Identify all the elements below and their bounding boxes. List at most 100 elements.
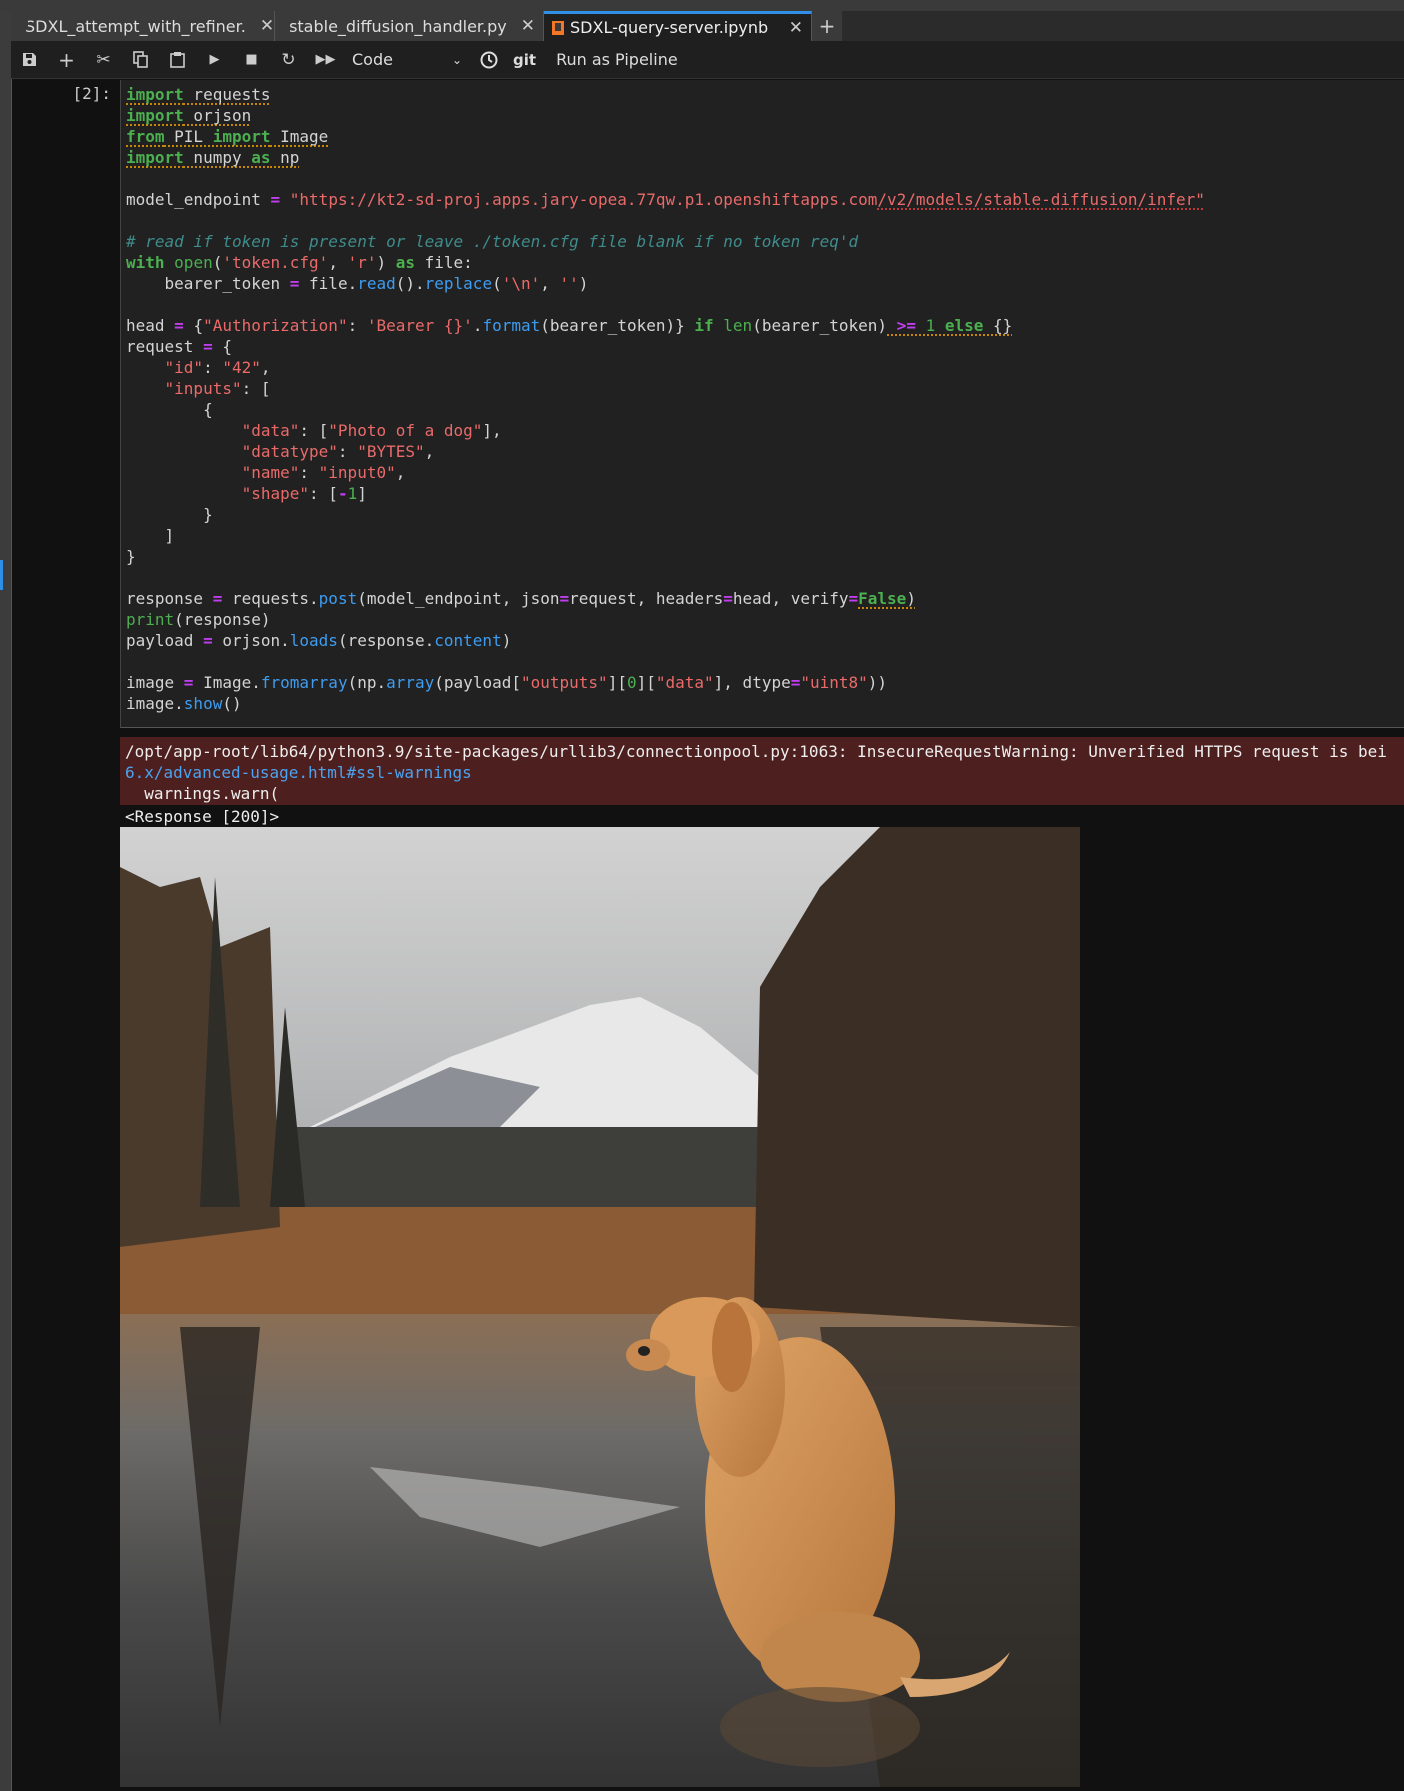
code-token: response [126, 589, 213, 608]
code-token: )) [867, 673, 888, 692]
code-token: file. [299, 274, 358, 293]
copy-button[interactable] [122, 41, 159, 78]
code-line: "data": ["Photo of a dog"], [126, 420, 1404, 441]
tab-label: SDXL_attempt_with_refiner. [25, 16, 246, 36]
cell-type-dropdown[interactable]: Code ⌄ [344, 50, 470, 69]
code-token: post [318, 589, 358, 608]
code-token: : [ [299, 421, 329, 440]
warning-link[interactable]: 6.x/advanced-usage.html#ssl-warnings [125, 762, 1404, 783]
code-token: np [270, 148, 300, 167]
code-cell-editor[interactable]: import requests import orjson from PIL imp… [120, 80, 1404, 728]
history-button[interactable] [470, 41, 507, 78]
code-token: replace [424, 274, 493, 293]
code-token: as [251, 148, 271, 167]
restart-kernel-button[interactable]: ↻ [270, 41, 307, 78]
clock-icon [480, 51, 497, 68]
code-line: response = requests.post(model_endpoint,… [126, 588, 1404, 609]
code-token: requests [183, 85, 271, 104]
save-button[interactable] [11, 41, 48, 78]
code-line: head = {"Authorization": 'Bearer {}'.for… [126, 315, 1404, 336]
code-line: "name": "input0", [126, 462, 1404, 483]
code-token: "https://kt2-sd-proj.apps.jary-opea.77qw… [289, 190, 878, 209]
left-sidebar-strip[interactable] [0, 11, 12, 1791]
code-token: Image. [193, 673, 261, 692]
code-token: () [222, 694, 242, 713]
code-token: payload [126, 631, 204, 650]
code-token: . [472, 316, 483, 335]
code-token: '\n' [501, 274, 541, 293]
code-line: with open('token.cfg', 'r') as file: [126, 252, 1404, 273]
notebook-icon [552, 20, 564, 35]
tab-sdxl-query-server[interactable]: SDXL-query-server.ipynb ✕ [544, 11, 812, 41]
code-token: - [337, 484, 348, 503]
code-token: requests. [222, 589, 319, 608]
fast-forward-icon: ▶▶ [315, 52, 336, 67]
close-icon[interactable]: ✕ [252, 16, 274, 36]
tab-label: stable_diffusion_handler.py [289, 16, 507, 36]
code-line: } [126, 546, 1404, 567]
code-token: orjson. [212, 631, 290, 650]
code-token: "outputs" [520, 673, 608, 692]
code-token: else [935, 316, 984, 335]
code-token: ][ [607, 673, 627, 692]
code-token: 0 [626, 673, 637, 692]
tab-sdxl-attempt-with-refiner[interactable]: SDXL_attempt_with_refiner. ✕ [11, 11, 275, 41]
warning-text: /opt/app-root/lib64/python3.9/site-packa… [125, 742, 1387, 761]
close-icon[interactable]: ✕ [781, 18, 803, 38]
code-token: (np. [347, 673, 387, 692]
code-token: (bearer_token) [752, 316, 888, 335]
code-token: open [174, 253, 213, 272]
code-token: = [289, 274, 300, 293]
code-line: from PIL import Image [126, 126, 1404, 147]
run-as-pipeline-button[interactable]: Run as Pipeline [556, 50, 678, 69]
code-line: "datatype": "BYTES", [126, 441, 1404, 462]
tab-stable-diffusion-handler[interactable]: stable_diffusion_handler.py ✕ [275, 11, 544, 41]
code-token: image. [126, 694, 184, 713]
run-button[interactable]: ▶ [196, 41, 233, 78]
cut-button[interactable]: ✂ [85, 41, 122, 78]
stop-button[interactable]: ■ [233, 41, 270, 78]
code-token: = [270, 190, 281, 209]
code-token: head, verify [732, 589, 849, 608]
code-line: image.show() [126, 693, 1404, 714]
paste-button[interactable] [159, 41, 196, 78]
new-tab-button[interactable]: + [812, 11, 842, 41]
code-token: } [126, 505, 213, 524]
save-icon [23, 53, 36, 66]
code-token: = [848, 589, 859, 608]
code-token: import [126, 106, 184, 125]
code-token: , [424, 442, 435, 461]
window-top-bar [0, 0, 1404, 11]
code-line: image = Image.fromarray(np.array(payload… [126, 672, 1404, 693]
code-token: 'r' [347, 253, 377, 272]
code-token: image [126, 673, 184, 692]
cell-execution-count: [2]: [72, 84, 111, 103]
insert-cell-button[interactable]: + [48, 41, 85, 78]
restart-run-all-button[interactable]: ▶▶ [307, 41, 344, 78]
code-token: "data" [655, 673, 714, 692]
code-token: "inputs" [164, 379, 242, 398]
code-line: import orjson [126, 105, 1404, 126]
code-token: (model_endpoint, json [357, 589, 560, 608]
git-button[interactable]: git [513, 51, 536, 69]
code-line: import requests [126, 84, 1404, 105]
code-token: "id" [164, 358, 204, 377]
close-icon[interactable]: ✕ [513, 16, 535, 36]
code-token: 1 [915, 316, 936, 335]
code-line: "shape": [-1] [126, 483, 1404, 504]
code-token: if [694, 316, 714, 335]
code-token: request [126, 337, 204, 356]
code-token: { [212, 337, 232, 356]
code-token: ) [906, 589, 916, 608]
code-token: = [203, 337, 213, 356]
code-token: (response) [174, 610, 271, 629]
code-token: as [395, 253, 416, 272]
code-token: : [337, 442, 358, 461]
code-token: content [434, 631, 502, 650]
